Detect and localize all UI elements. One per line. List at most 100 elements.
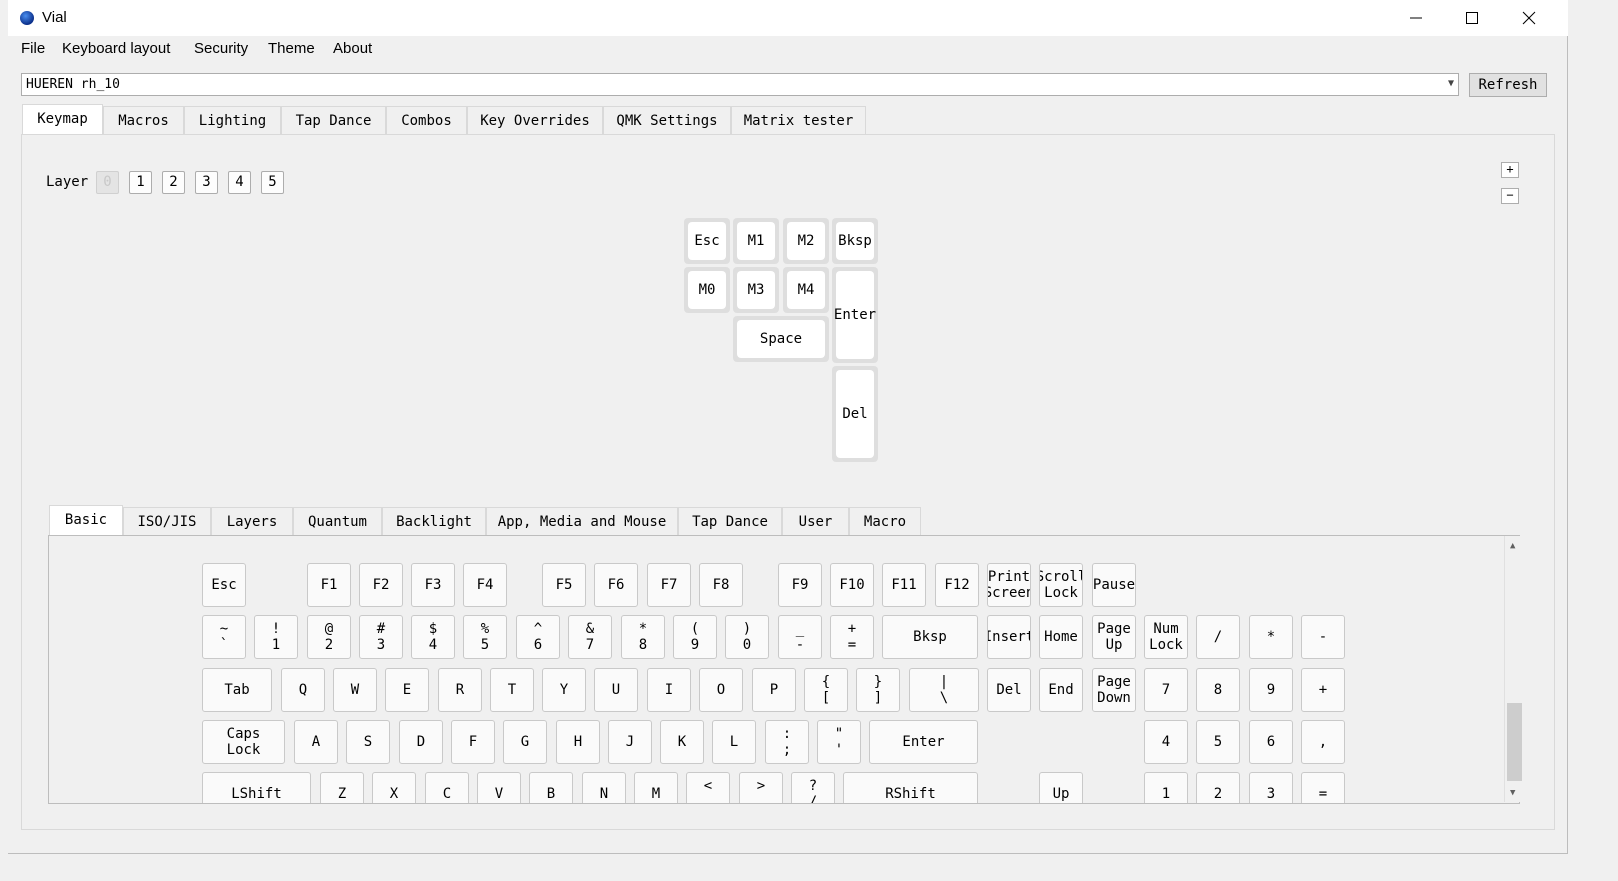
keycode-key[interactable]: {[	[804, 668, 848, 712]
keycode-key[interactable]: * 8	[621, 615, 665, 659]
keycode-key[interactable]: <,	[686, 772, 730, 803]
keycode-key[interactable]: Page Up	[1092, 615, 1136, 659]
keycode-key[interactable]: F2	[359, 563, 403, 607]
tab-user[interactable]: User	[782, 507, 849, 536]
keycode-key[interactable]: Home	[1039, 615, 1083, 659]
keycode-key[interactable]: J	[608, 720, 652, 764]
keycode-key[interactable]: Insert	[987, 615, 1031, 659]
keycode-key[interactable]: I	[647, 668, 691, 712]
keycode-key[interactable]: D	[399, 720, 443, 764]
keycode-key[interactable]: LShift	[202, 772, 311, 803]
keycode-key[interactable]: & 7	[568, 615, 612, 659]
tab-key-overrides[interactable]: Key Overrides	[467, 106, 603, 135]
menu-file[interactable]: File	[21, 40, 45, 57]
tab-basic[interactable]: Basic	[49, 505, 123, 536]
keycode-key[interactable]: O	[699, 668, 743, 712]
keyboard-key[interactable]: Bksp	[832, 218, 878, 264]
keycode-key[interactable]: K	[660, 720, 704, 764]
keycode-key[interactable]: " '	[817, 720, 861, 764]
tab-backlight[interactable]: Backlight	[382, 507, 486, 536]
keyboard-key[interactable]: M2	[783, 218, 829, 264]
tab-tap-dance[interactable]: Tap Dance	[281, 106, 386, 135]
layer-button-4[interactable]: 4	[228, 171, 251, 194]
keycode-key[interactable]: =	[1301, 772, 1345, 803]
keycode-key[interactable]: F12	[935, 563, 979, 607]
keycode-key[interactable]: 7	[1144, 668, 1188, 712]
keycode-key[interactable]: X	[372, 772, 416, 803]
keycode-key[interactable]: _ -	[778, 615, 822, 659]
layer-button-5[interactable]: 5	[261, 171, 284, 194]
tab-keymap[interactable]: Keymap	[22, 104, 103, 135]
keycode-key[interactable]: 2	[1196, 772, 1240, 803]
keycode-key[interactable]: L	[712, 720, 756, 764]
keycode-key[interactable]: 1	[1144, 772, 1188, 803]
minimize-button[interactable]	[1388, 0, 1444, 36]
keycode-key[interactable]: Z	[320, 772, 364, 803]
maximize-button[interactable]	[1444, 0, 1500, 36]
keycode-key[interactable]: +	[1301, 668, 1345, 712]
keycode-key[interactable]: Y	[542, 668, 586, 712]
keyboard-key[interactable]: Enter	[832, 267, 878, 363]
keycode-key[interactable]: PrintScreen	[987, 563, 1031, 607]
scroll-down-icon[interactable]: ▼	[1510, 788, 1515, 798]
keycode-key[interactable]: F1	[307, 563, 351, 607]
keycode-key[interactable]: Caps Lock	[202, 720, 285, 764]
keycode-key[interactable]: F5	[542, 563, 586, 607]
keycode-key[interactable]: RShift	[843, 772, 978, 803]
layer-button-1[interactable]: 1	[129, 171, 152, 194]
keycode-key[interactable]: F6	[594, 563, 638, 607]
keycode-key[interactable]: C	[425, 772, 469, 803]
keycode-key[interactable]: >.	[739, 772, 783, 803]
keycode-key[interactable]: ? /	[791, 772, 835, 803]
layer-button-0[interactable]: 0	[96, 171, 119, 194]
keycode-key[interactable]: M	[634, 772, 678, 803]
keycode-key[interactable]: U	[594, 668, 638, 712]
keycode-key[interactable]: F9	[778, 563, 822, 607]
keycode-key[interactable]: ! 1	[254, 615, 298, 659]
keyboard-key[interactable]: M4	[783, 267, 829, 313]
tab-matrix-tester[interactable]: Matrix tester	[731, 106, 866, 135]
keycode-key[interactable]: $4	[411, 615, 455, 659]
keycode-key[interactable]: 3	[1249, 772, 1293, 803]
keycode-key[interactable]: 9	[1249, 668, 1293, 712]
keycode-key[interactable]: @2	[307, 615, 351, 659]
keyboard-key[interactable]: Del	[832, 366, 878, 462]
keycode-key[interactable]: Tab	[202, 668, 272, 712]
menu-about[interactable]: About	[333, 40, 372, 57]
keycode-key[interactable]: H	[556, 720, 600, 764]
keycode-key[interactable]: Up	[1039, 772, 1083, 803]
keycode-key[interactable]: Num Lock	[1144, 615, 1188, 659]
tab-lighting[interactable]: Lighting	[184, 106, 281, 135]
keycode-key[interactable]: V	[477, 772, 521, 803]
tab-macros[interactable]: Macros	[103, 106, 184, 135]
tab-app-media-mouse[interactable]: App, Media and Mouse	[486, 507, 678, 536]
layer-button-2[interactable]: 2	[162, 171, 185, 194]
keycode-scrollbar[interactable]: ▲ ▼	[1504, 536, 1524, 802]
keycode-key[interactable]: :;	[765, 720, 809, 764]
keycode-key[interactable]: W	[333, 668, 377, 712]
menu-keyboard-layout[interactable]: Keyboard layout	[62, 40, 170, 57]
keycode-key[interactable]: G	[503, 720, 547, 764]
tab-tap-dance-keycodes[interactable]: Tap Dance	[678, 507, 782, 536]
keycode-key[interactable]: #3	[359, 615, 403, 659]
keycode-key[interactable]: | \	[909, 668, 979, 712]
keycode-key[interactable]: F10	[830, 563, 874, 607]
keyboard-key[interactable]: M0	[684, 267, 730, 313]
zoom-in-button[interactable]: +	[1501, 162, 1519, 178]
keycode-key[interactable]: P	[752, 668, 796, 712]
keycode-key[interactable]: Esc	[202, 563, 246, 607]
keycode-key[interactable]: Pause	[1092, 563, 1136, 607]
close-button[interactable]	[1501, 0, 1557, 36]
keycode-key[interactable]: F4	[463, 563, 507, 607]
keycode-key[interactable]: *	[1249, 615, 1293, 659]
keycode-key[interactable]: F7	[647, 563, 691, 607]
keycode-key[interactable]: F11	[882, 563, 926, 607]
keycode-key[interactable]: ~ `	[202, 615, 246, 659]
keycode-key[interactable]: 8	[1196, 668, 1240, 712]
tab-macro[interactable]: Macro	[849, 507, 921, 536]
keycode-key[interactable]: S	[346, 720, 390, 764]
keycode-key[interactable]: + =	[830, 615, 874, 659]
keycode-key[interactable]: (9	[673, 615, 717, 659]
refresh-button[interactable]: Refresh	[1469, 73, 1547, 97]
zoom-out-button[interactable]: −	[1501, 188, 1519, 204]
